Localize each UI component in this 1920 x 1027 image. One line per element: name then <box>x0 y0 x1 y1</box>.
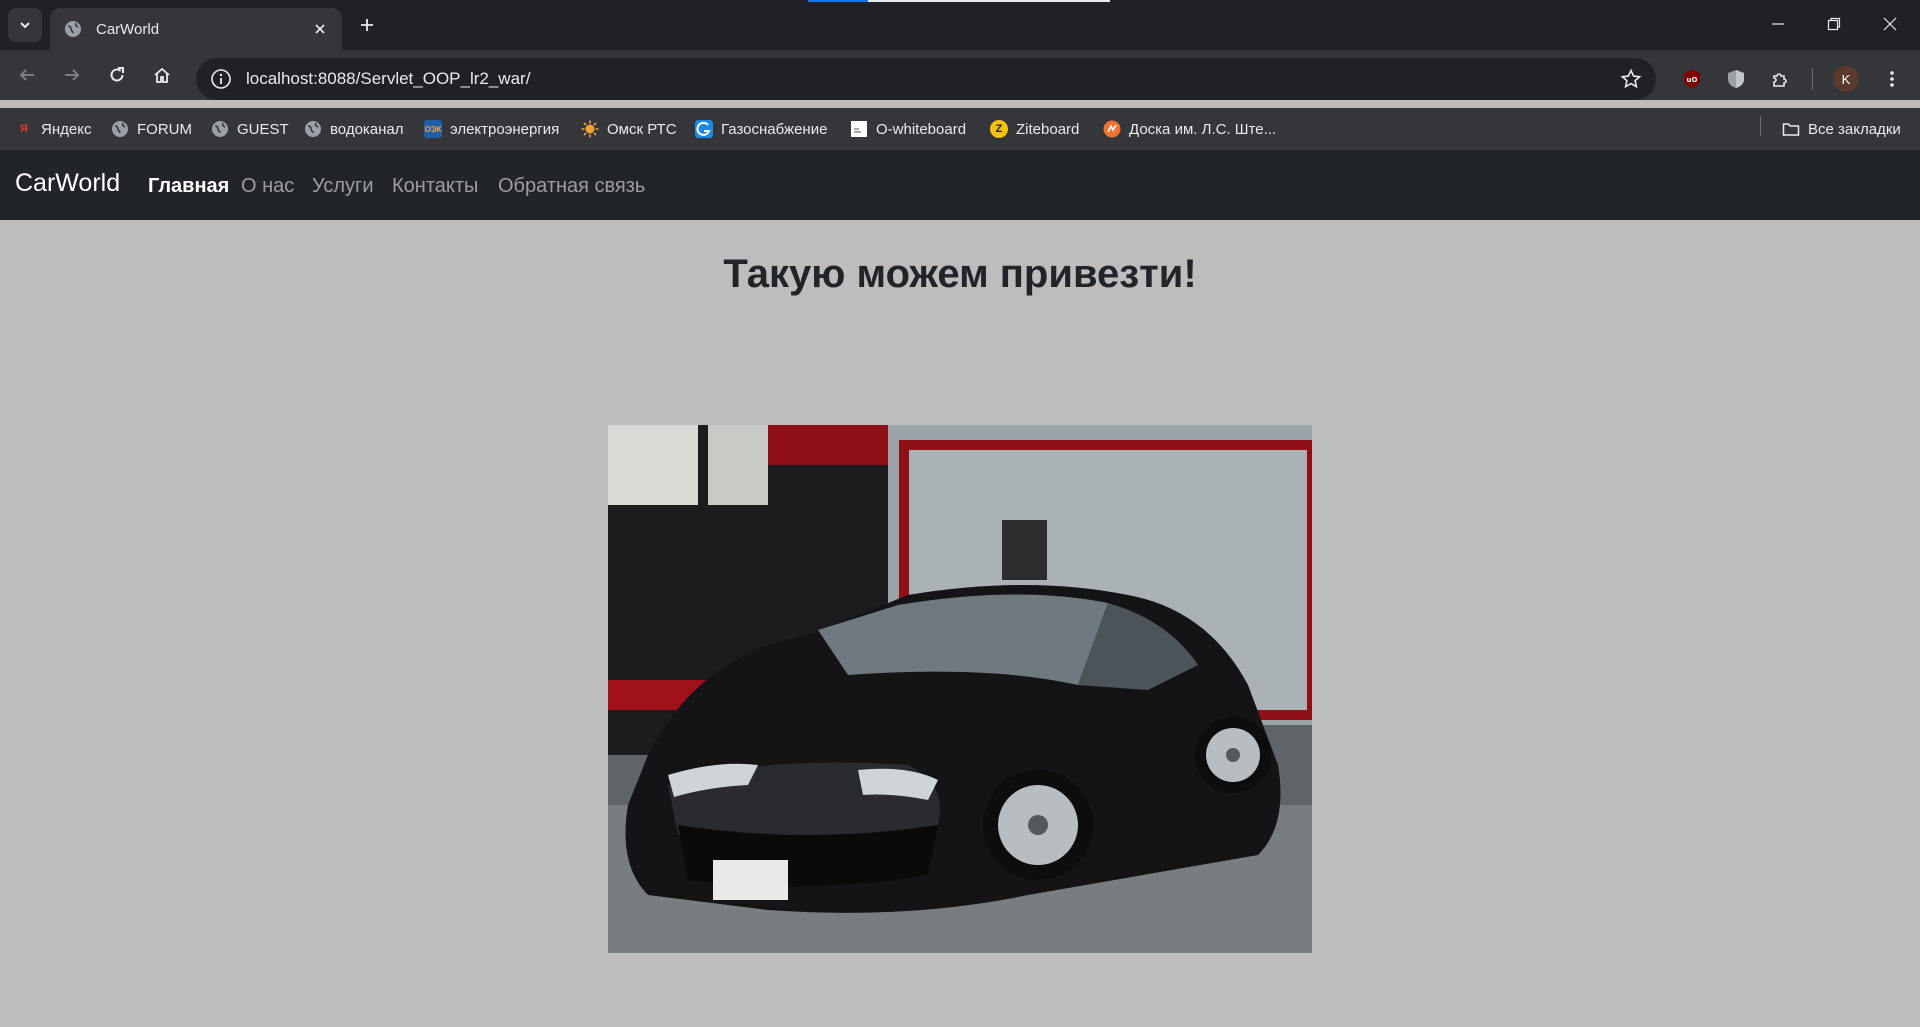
bookmark-electricity[interactable]: ОЭК электроэнергия <box>424 117 559 141</box>
forward-button[interactable] <box>56 59 88 91</box>
bookmark-star-icon[interactable] <box>1620 68 1642 90</box>
bookmark-label: Ziteboard <box>1016 120 1080 138</box>
car-photo-illustration <box>608 425 1312 953</box>
bookmark-label: электроэнергия <box>450 120 560 138</box>
url-text: localhost:8088/Servlet_OOP_lr2_war/ <box>246 69 531 88</box>
nav-link-feedback[interactable]: Обратная связь <box>498 175 645 198</box>
bookmark-omsk-rts[interactable]: Омск РТС <box>581 117 677 141</box>
shield-extension-button[interactable] <box>1720 63 1752 95</box>
nav-link-contacts[interactable]: Контакты <box>392 175 478 198</box>
document-icon <box>851 121 867 137</box>
tab-strip: CarWorld <box>0 0 1920 50</box>
globe-icon <box>212 121 228 137</box>
bookmark-yandex[interactable]: Я Яндекс <box>15 117 91 141</box>
bookmark-label: FORUM <box>137 120 192 138</box>
bookmark-gas[interactable]: Газоснабжение <box>695 117 827 141</box>
site-info-icon[interactable] <box>210 68 232 90</box>
bookmark-label: Яндекс <box>41 120 92 138</box>
active-tab[interactable]: CarWorld <box>50 8 342 50</box>
globe-icon <box>305 121 321 137</box>
tab-strip-indicator-light <box>868 0 1110 2</box>
bookmark-forum[interactable]: FORUM <box>111 117 192 141</box>
car-image <box>608 425 1312 953</box>
bookmark-label: Доска им. Л.С. Ште... <box>1129 120 1277 138</box>
extensions-button[interactable] <box>1765 63 1797 95</box>
bookmark-guest[interactable]: GUEST <box>211 117 289 141</box>
new-tab-button[interactable] <box>352 10 382 40</box>
bookmark-board[interactable]: Доска им. Л.С. Ште... <box>1103 117 1276 141</box>
tab-strip-indicator <box>808 0 868 2</box>
chevron-down-icon <box>20 22 30 29</box>
puzzle-icon <box>1773 73 1787 87</box>
more-vert-icon <box>1890 71 1894 87</box>
board-icon <box>1103 120 1121 138</box>
address-bar[interactable]: localhost:8088/Servlet_OOP_lr2_war/ <box>196 58 1656 100</box>
nav-link-about[interactable]: О нас <box>241 175 294 198</box>
profile-button[interactable]: K <box>1830 63 1862 95</box>
bookmark-vodokanal[interactable]: водоканал <box>304 117 404 141</box>
bookmark-label: водоканал <box>330 120 404 138</box>
avatar: K <box>1833 66 1859 92</box>
globe-icon <box>65 21 81 37</box>
bookmarks-bar: Я Яндекс FORUM GUEST водоканал ОЭК элект… <box>0 108 1920 150</box>
power-company-icon: ОЭК <box>424 120 442 138</box>
bookmark-label: GUEST <box>237 120 289 138</box>
arrow-right-icon <box>65 69 80 81</box>
plus-icon <box>361 19 373 31</box>
folder-icon <box>1782 123 1800 136</box>
bookmark-o-whiteboard[interactable]: O-whiteboard <box>850 117 966 141</box>
site-brand[interactable]: CarWorld <box>15 169 120 198</box>
minimize-button[interactable] <box>1750 0 1806 48</box>
sun-icon <box>581 120 599 138</box>
page-title: Такую можем привезти! <box>723 252 1197 296</box>
bookmark-label: Омск РТС <box>607 120 677 138</box>
bookmark-label: O-whiteboard <box>876 120 967 138</box>
ziteboard-icon: Z <box>990 120 1008 138</box>
back-button[interactable] <box>11 59 43 91</box>
ublock-icon: uO <box>1684 70 1700 88</box>
arrow-left-icon <box>19 69 34 81</box>
restore-button[interactable] <box>1806 0 1862 48</box>
home-button[interactable] <box>146 59 178 91</box>
tab-close-icon[interactable] <box>310 19 330 39</box>
shield-icon <box>1728 70 1744 88</box>
nav-link-services[interactable]: Услуги <box>312 175 374 198</box>
reload-icon <box>110 67 124 82</box>
tab-title: CarWorld <box>96 20 160 38</box>
minimize-icon <box>1772 23 1784 25</box>
all-bookmarks-label: Все закладки <box>1808 120 1901 138</box>
close-icon <box>1883 17 1897 31</box>
gas-company-icon <box>695 120 713 138</box>
ublock-extension-button[interactable]: uO <box>1676 63 1708 95</box>
site-navbar: CarWorld Главная О нас Услуги Контакты О… <box>0 150 1920 220</box>
globe-icon <box>112 121 128 137</box>
nav-link-home[interactable]: Главная <box>148 175 229 198</box>
all-bookmarks-button[interactable]: Все закладки <box>1782 117 1901 141</box>
close-window-button[interactable] <box>1862 0 1918 48</box>
bookmark-label: Газоснабжение <box>721 120 828 138</box>
bookmarks-divider <box>1760 116 1761 136</box>
home-icon <box>154 67 170 83</box>
tab-search-button[interactable] <box>8 8 42 42</box>
yandex-icon: Я <box>20 123 28 135</box>
reload-button[interactable] <box>101 59 133 91</box>
bookmark-ziteboard[interactable]: Z Ziteboard <box>990 117 1079 141</box>
svg-text:uO: uO <box>1687 76 1698 84</box>
restore-icon <box>1827 17 1841 31</box>
browser-menu-button[interactable] <box>1876 63 1908 95</box>
toolbar-divider <box>1812 68 1813 90</box>
